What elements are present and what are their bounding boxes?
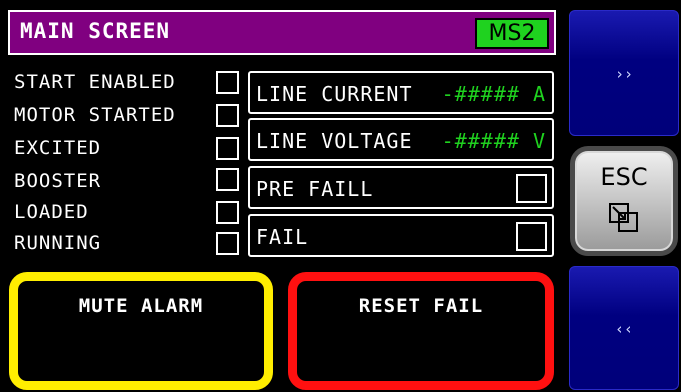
prev-page-button[interactable]: ‹‹	[569, 266, 679, 390]
line-current-value: -##### A	[441, 82, 546, 106]
line-current-readout: LINE CURRENT -##### A	[248, 71, 554, 114]
header-bar: MAIN SCREEN MS2	[8, 10, 556, 55]
pre-fail-indicator	[516, 174, 547, 203]
fail-indicator	[516, 222, 547, 251]
status-label-booster: BOOSTER	[14, 170, 102, 192]
status-indicator-booster	[216, 168, 239, 191]
line-voltage-label: LINE VOLTAGE	[256, 129, 413, 153]
line-voltage-readout: LINE VOLTAGE -##### V	[248, 118, 554, 161]
esc-label: ESC	[600, 163, 648, 191]
reset-fail-label: RESET FAIL	[358, 295, 484, 317]
prev-page-label: ‹‹	[614, 320, 634, 338]
status-indicator-loaded	[216, 201, 239, 224]
status-label-start-enabled: START ENABLED	[14, 71, 176, 93]
status-indicator-start-enabled	[216, 71, 239, 94]
status-label-motor-started: MOTOR STARTED	[14, 104, 176, 126]
status-label-running: RUNNING	[14, 232, 102, 254]
pre-fail-readout: PRE FAILL	[248, 166, 554, 209]
mute-alarm-label: MUTE ALARM	[78, 295, 204, 317]
fail-label: FAIL	[256, 225, 309, 249]
pre-fail-label: PRE FAILL	[256, 177, 374, 201]
screen-id-badge: MS2	[475, 18, 549, 49]
status-indicator-motor-started	[216, 104, 239, 127]
next-page-label: ››	[614, 65, 634, 83]
mute-alarm-button[interactable]: MUTE ALARM	[9, 272, 273, 390]
next-page-button[interactable]: ››	[569, 10, 679, 136]
line-current-label: LINE CURRENT	[256, 82, 413, 106]
status-label-loaded: LOADED	[14, 201, 89, 223]
esc-button[interactable]: ESC	[570, 146, 678, 256]
fail-readout: FAIL	[248, 214, 554, 257]
status-indicator-running	[216, 232, 239, 255]
window-restore-icon	[609, 203, 638, 232]
reset-fail-button[interactable]: RESET FAIL	[288, 272, 554, 390]
status-label-excited: EXCITED	[14, 137, 102, 159]
page-title: MAIN SCREEN	[20, 19, 171, 43]
line-voltage-value: -##### V	[441, 129, 546, 153]
status-indicator-excited	[216, 137, 239, 160]
